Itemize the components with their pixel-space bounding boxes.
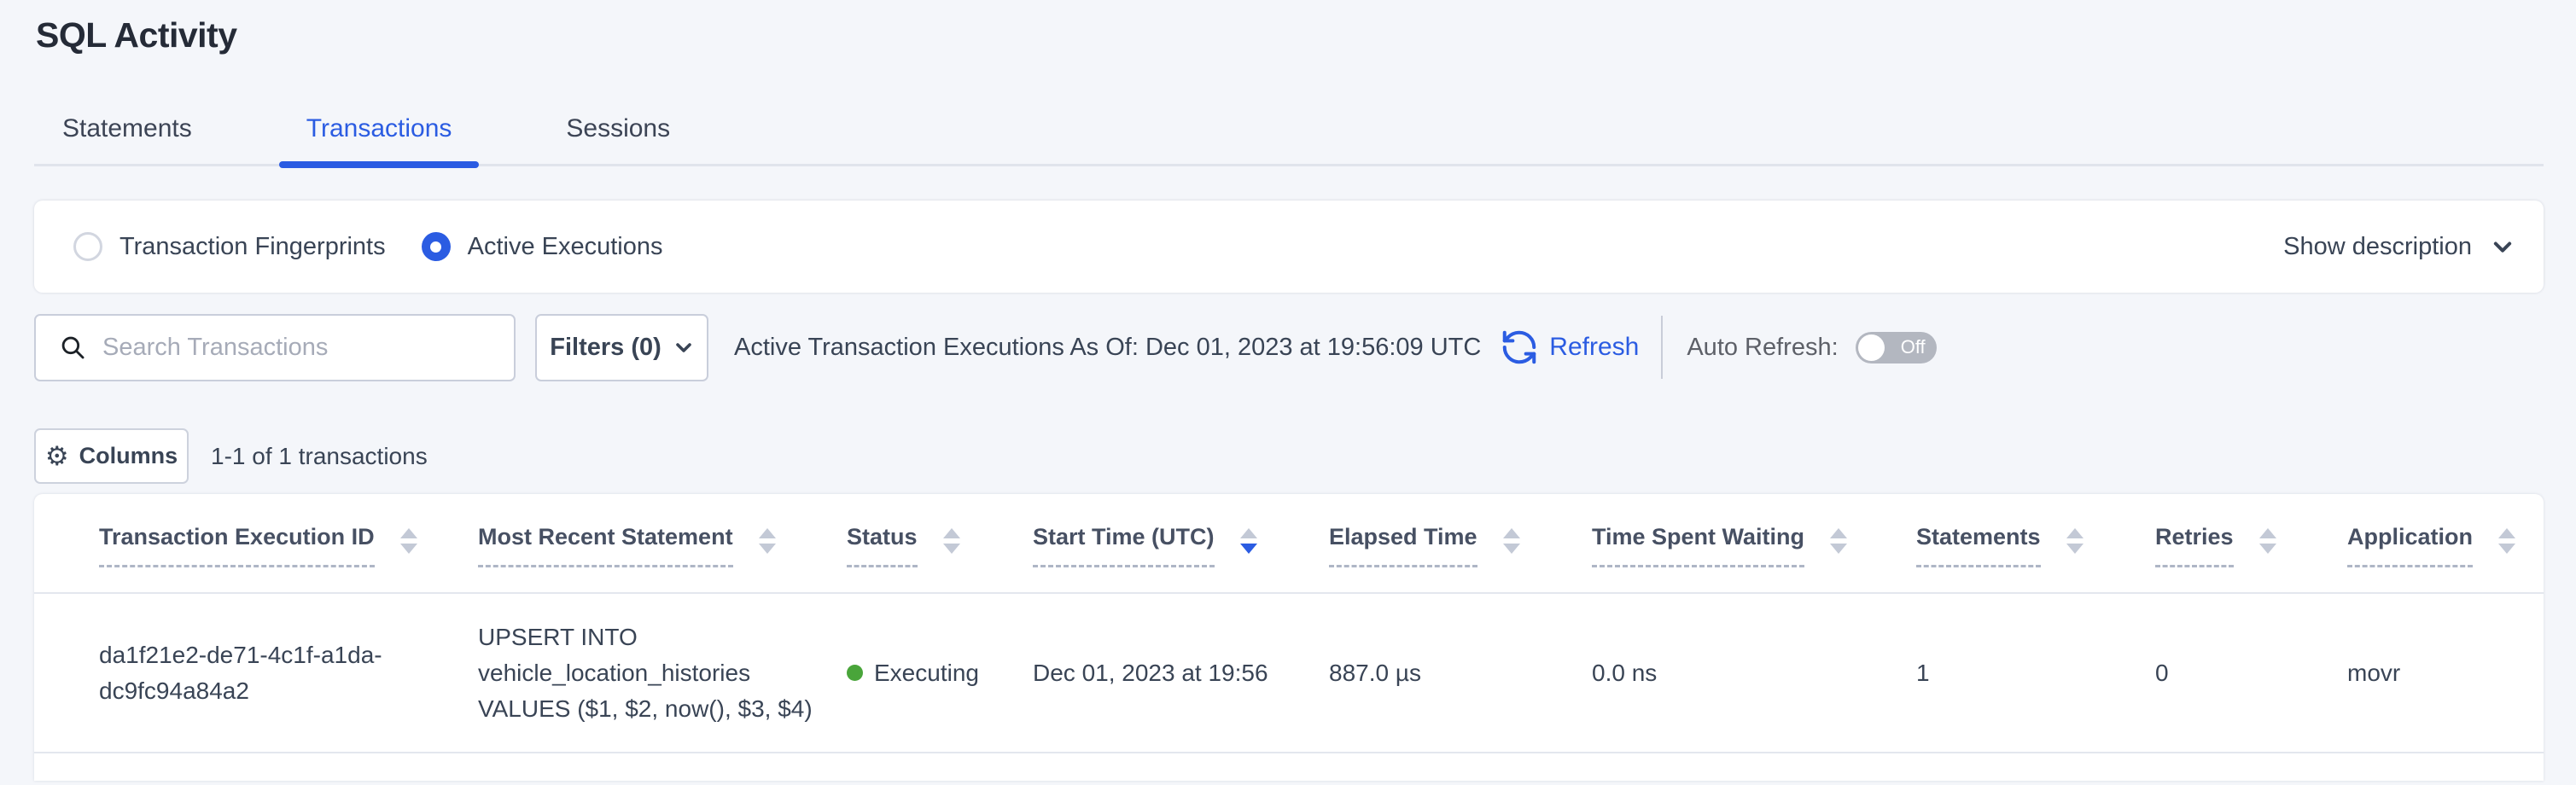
status-label: Executing	[874, 660, 979, 687]
sort-icon[interactable]	[943, 528, 960, 554]
column-header-status[interactable]: Status	[847, 494, 1033, 593]
columns-button[interactable]: ⚙ Columns	[34, 428, 189, 484]
column-header-transaction-execution-id[interactable]: Transaction Execution ID	[34, 494, 478, 593]
radio-circle-icon	[73, 232, 102, 261]
chevron-down-icon	[673, 337, 694, 358]
sort-icon[interactable]	[759, 528, 776, 554]
transactions-table-card: Transaction Execution ID Most Recent Sta…	[34, 494, 2544, 781]
column-header-elapsed-time[interactable]: Elapsed Time	[1329, 494, 1592, 593]
radio-transaction-fingerprints[interactable]: Transaction Fingerprints	[73, 232, 386, 261]
auto-refresh-toggle[interactable]: Off	[1856, 332, 1937, 363]
as-of-timestamp: Active Transaction Executions As Of: Dec…	[734, 334, 1481, 362]
auto-refresh-label: Auto Refresh:	[1687, 334, 1838, 362]
cell-elapsed-time: 887.0 µs	[1329, 593, 1592, 753]
status-dot-icon	[847, 665, 863, 681]
search-box[interactable]	[34, 314, 516, 381]
table-header-row: Transaction Execution ID Most Recent Sta…	[34, 494, 2544, 593]
cell-most-recent-statement[interactable]: UPSERT INTO vehicle_location_histories V…	[478, 593, 847, 753]
result-count: 1-1 of 1 transactions	[211, 443, 428, 470]
tab-bar: Statements Transactions Sessions	[34, 101, 2544, 166]
view-mode-card: Transaction Fingerprints Active Executio…	[34, 201, 2544, 293]
column-header-application[interactable]: Application	[2347, 494, 2544, 593]
show-description-label: Show description	[2283, 233, 2472, 261]
cell-start-time: Dec 01, 2023 at 19:56	[1033, 593, 1329, 753]
refresh-button[interactable]: Refresh	[1500, 328, 1639, 367]
search-icon	[58, 333, 87, 362]
column-header-retries[interactable]: Retries	[2155, 494, 2347, 593]
radio-label: Active Executions	[468, 233, 663, 261]
refresh-icon	[1500, 328, 1539, 367]
toggle-knob	[1858, 334, 1885, 361]
column-header-most-recent-statement[interactable]: Most Recent Statement	[478, 494, 847, 593]
tab-sessions[interactable]: Sessions	[539, 114, 697, 164]
show-description-button[interactable]: Show description	[2283, 233, 2515, 261]
sort-icon[interactable]	[2498, 528, 2515, 554]
chevron-down-icon	[2491, 235, 2515, 259]
refresh-label: Refresh	[1549, 333, 1639, 362]
filters-button[interactable]: Filters (0)	[535, 314, 708, 381]
cell-application: movr	[2347, 593, 2544, 753]
transactions-table: Transaction Execution ID Most Recent Sta…	[34, 494, 2544, 753]
sort-icon[interactable]	[1503, 528, 1520, 554]
toggle-state-label: Off	[1901, 336, 1926, 358]
sort-icon[interactable]	[400, 528, 417, 554]
page-title: SQL Activity	[36, 15, 237, 55]
sort-icon[interactable]	[1240, 528, 1257, 554]
cell-status: Executing	[847, 593, 1033, 753]
filters-label: Filters (0)	[550, 334, 661, 362]
gear-icon: ⚙	[45, 443, 69, 469]
radio-active-executions[interactable]: Active Executions	[422, 232, 663, 261]
sort-icon[interactable]	[2259, 528, 2276, 554]
table-row: da1f21e2-de71-4c1f-a1da-dc9fc94a84a2 UPS…	[34, 593, 2544, 753]
cell-statements: 1	[1916, 593, 2155, 753]
cell-time-spent-waiting: 0.0 ns	[1592, 593, 1916, 753]
table-toolbar: ⚙ Columns 1-1 of 1 transactions	[34, 428, 428, 484]
radio-label: Transaction Fingerprints	[119, 233, 386, 261]
sort-icon[interactable]	[1830, 528, 1847, 554]
columns-button-label: Columns	[79, 443, 178, 469]
search-input[interactable]	[102, 334, 495, 362]
radio-circle-icon	[422, 232, 451, 261]
cell-transaction-execution-id[interactable]: da1f21e2-de71-4c1f-a1da-dc9fc94a84a2	[34, 593, 478, 753]
cell-retries: 0	[2155, 593, 2347, 753]
vertical-divider	[1661, 316, 1663, 379]
sort-icon[interactable]	[2066, 528, 2084, 554]
tab-transactions[interactable]: Transactions	[279, 114, 480, 164]
column-header-time-spent-waiting[interactable]: Time Spent Waiting	[1592, 494, 1916, 593]
column-header-statements[interactable]: Statements	[1916, 494, 2155, 593]
tab-statements[interactable]: Statements	[35, 114, 219, 164]
column-header-start-time[interactable]: Start Time (UTC)	[1033, 494, 1329, 593]
controls-row: Filters (0) Active Transaction Execution…	[34, 313, 2542, 381]
